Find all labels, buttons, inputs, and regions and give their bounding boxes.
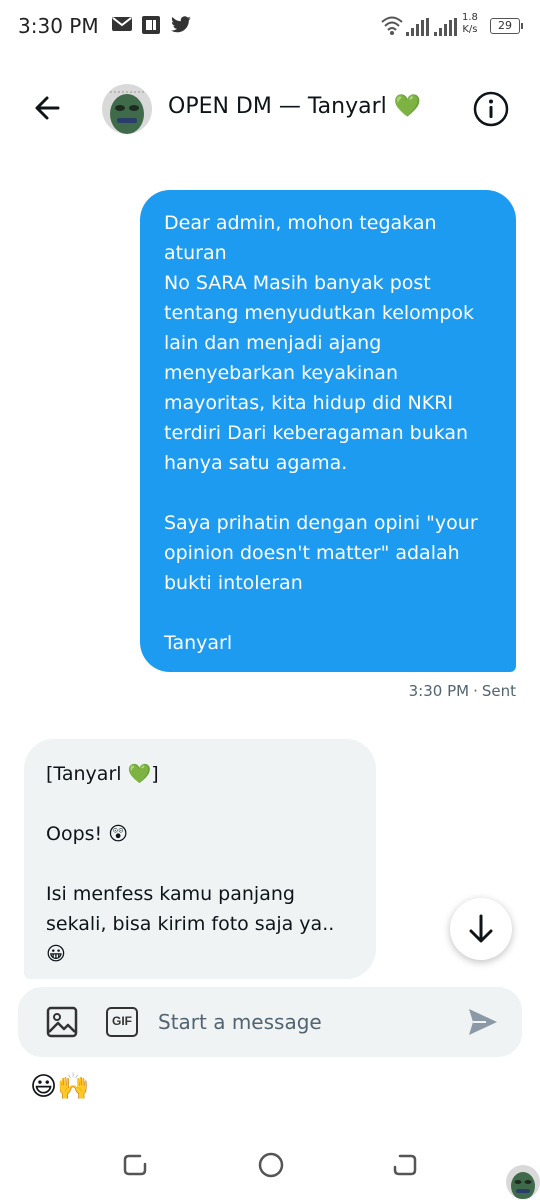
home-button[interactable]: [256, 1150, 286, 1180]
floating-avatar[interactable]: [506, 1165, 540, 1199]
message-meta: 3:30 PM · Sent: [409, 682, 516, 700]
send-button[interactable]: [466, 1005, 500, 1039]
back-nav-button[interactable]: [390, 1150, 420, 1180]
image-icon: [46, 1006, 78, 1038]
send-icon: [469, 1009, 497, 1035]
conversation-title[interactable]: OPEN DM — Tanyarl 💚: [168, 94, 421, 119]
arrow-down-icon: [469, 914, 493, 943]
recent-apps-button[interactable]: [120, 1150, 150, 1180]
incoming-message-bubble[interactable]: [Tanyarl 💚] Oops! 😲 Isi menfess kamu pan…: [24, 739, 376, 979]
wifi-icon: [381, 16, 403, 35]
outgoing-message-bubble[interactable]: Dear admin, mohon tegakan aturan No SARA…: [140, 190, 516, 672]
network-speed-value: 1.8: [462, 12, 478, 23]
meta-separator: ·: [473, 682, 478, 700]
message-composer: GIF: [18, 987, 522, 1057]
recent-apps-icon: [123, 1154, 147, 1176]
status-bar: 3:30 PM 1.8 K/s 29: [0, 0, 540, 56]
info-icon: [473, 91, 509, 127]
home-icon: [258, 1152, 284, 1178]
back-button[interactable]: [28, 88, 68, 128]
mail-icon: [112, 17, 132, 31]
status-time: 3:30 PM: [18, 14, 99, 38]
quick-emoji-reactions[interactable]: 😃🙌: [30, 1072, 89, 1102]
battery-indicator: 29: [490, 18, 523, 34]
message-input[interactable]: [158, 1005, 448, 1039]
signal-icon: [434, 18, 457, 36]
info-button[interactable]: [472, 90, 510, 128]
network-speed: 1.8 K/s: [462, 12, 478, 36]
scroll-to-bottom-button[interactable]: [450, 898, 512, 960]
notes-icon: [142, 16, 160, 34]
arrow-left-icon: [35, 96, 60, 120]
image-button[interactable]: [46, 1006, 78, 1038]
network-speed-unit: K/s: [462, 24, 478, 35]
back-nav-icon: [393, 1154, 417, 1176]
message-time: 3:30 PM: [408, 682, 470, 700]
message-status: Sent: [481, 682, 516, 700]
twitter-icon: [171, 16, 191, 33]
signal-icon: [406, 18, 429, 36]
conversation-header: OPEN DM — Tanyarl 💚: [0, 70, 540, 150]
avatar[interactable]: [102, 84, 152, 134]
gif-button[interactable]: GIF: [106, 1007, 138, 1037]
